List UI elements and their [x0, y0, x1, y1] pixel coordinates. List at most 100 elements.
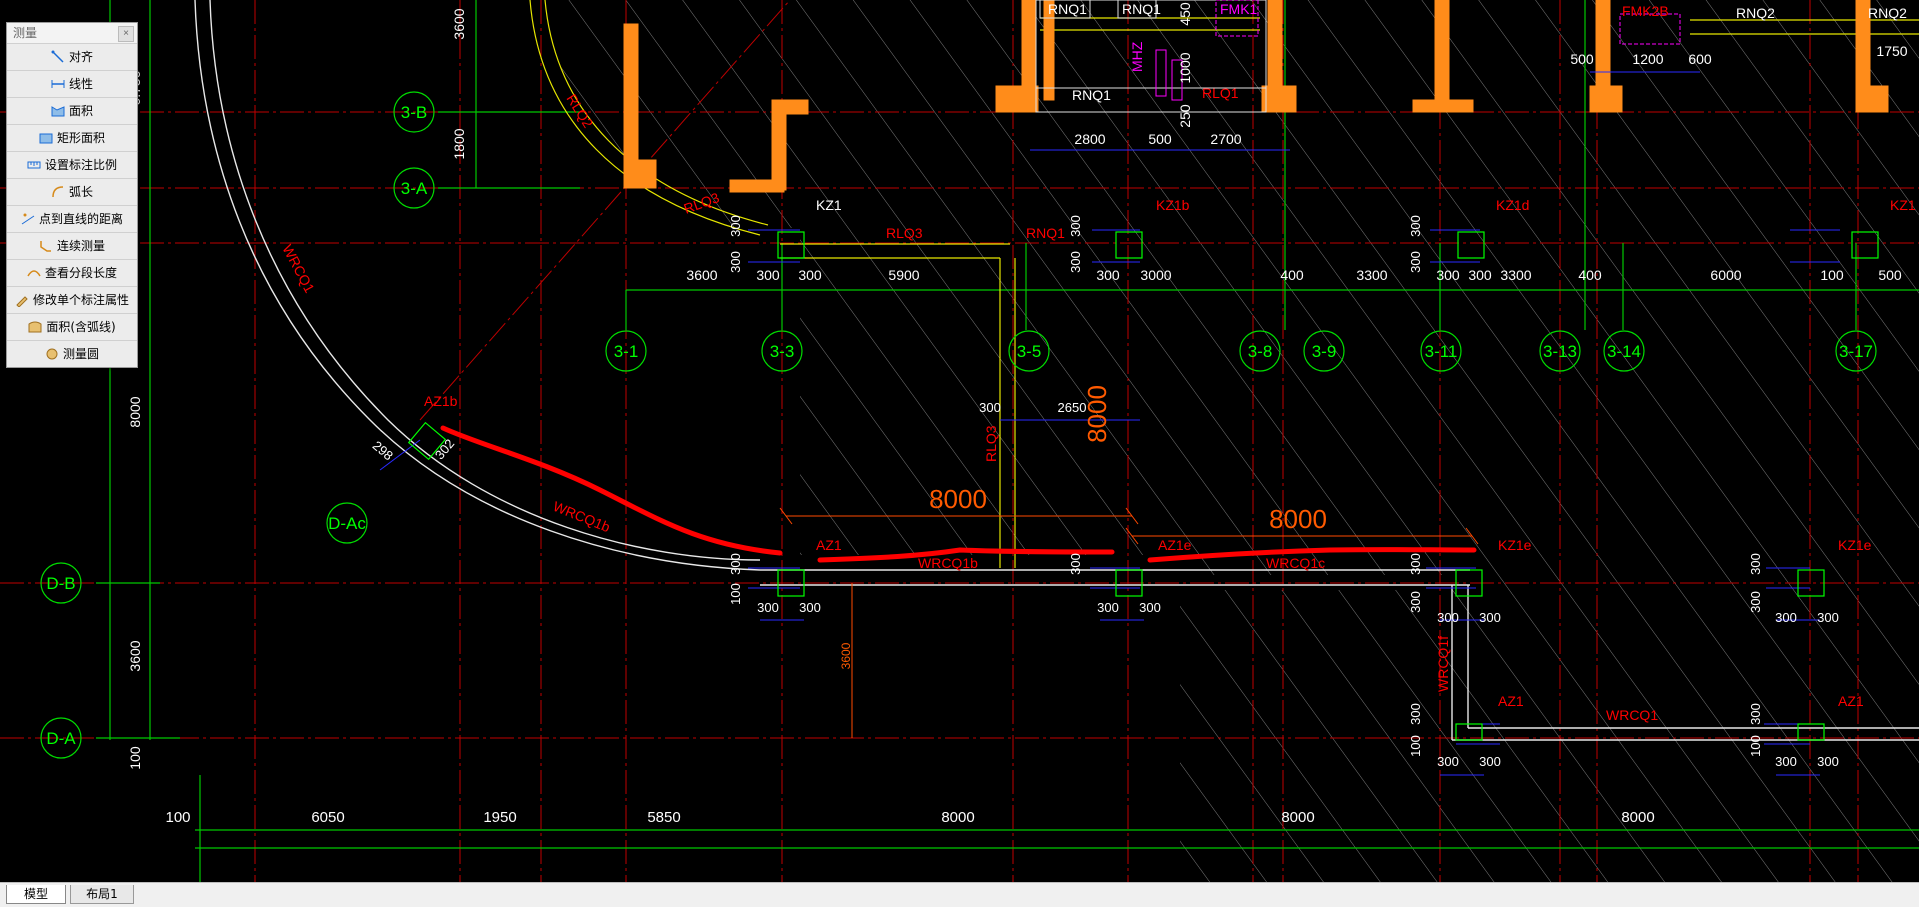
- svg-text:AZ1: AZ1: [816, 537, 842, 553]
- segment-label: 查看分段长度: [44, 266, 117, 280]
- svg-text:KZ1e: KZ1e: [1838, 537, 1872, 553]
- point-line-label: 点到直线的距离: [38, 212, 123, 226]
- area-button[interactable]: 面积: [7, 97, 137, 124]
- svg-text:3300: 3300: [1500, 267, 1531, 283]
- svg-text:FMK2B: FMK2B: [1622, 3, 1669, 19]
- svg-text:300: 300: [1408, 591, 1423, 613]
- svg-text:2800: 2800: [1074, 131, 1105, 147]
- svg-text:8000: 8000: [941, 809, 974, 826]
- edit-dim-label: 修改单个标注属性: [32, 293, 129, 307]
- point-line-icon: [21, 213, 35, 225]
- svg-text:5900: 5900: [888, 267, 919, 283]
- arc-length-button[interactable]: 弧长: [7, 178, 137, 205]
- linear-label: 线性: [68, 77, 93, 91]
- cad-drawing-area[interactable]: 3-B 3-A 3-1 3-3 3-5 3-8 3-9 3-11 3-13 3-…: [0, 0, 1919, 882]
- panel-title: 测量: [13, 26, 38, 40]
- svg-text:300: 300: [1408, 215, 1423, 237]
- scale-label: 设置标注比例: [44, 158, 117, 172]
- tab-layout1[interactable]: 布局1: [70, 885, 134, 904]
- arc-length-label: 弧长: [68, 185, 93, 199]
- svg-text:300: 300: [1775, 754, 1797, 769]
- svg-text:300: 300: [1437, 754, 1459, 769]
- continuous-icon: [40, 241, 51, 252]
- grid-label: D-A: [46, 729, 76, 748]
- svg-text:300: 300: [756, 267, 780, 283]
- svg-text:100: 100: [1820, 267, 1844, 283]
- linear-icon: [51, 80, 65, 88]
- svg-text:300: 300: [728, 553, 743, 575]
- svg-text:FMK1: FMK1: [1220, 1, 1258, 17]
- svg-text:KZ1: KZ1: [816, 197, 842, 213]
- svg-text:500: 500: [1570, 51, 1594, 67]
- scale-icon: [27, 161, 41, 169]
- svg-text:2700: 2700: [1210, 131, 1241, 147]
- svg-text:300: 300: [979, 400, 1001, 415]
- svg-text:8000: 8000: [929, 484, 987, 514]
- grid-label: 3-B: [401, 103, 427, 122]
- point-line-button[interactable]: 点到直线的距离: [7, 205, 137, 232]
- svg-text:WRCQ1: WRCQ1: [1606, 707, 1658, 723]
- align-button[interactable]: 对齐: [7, 43, 137, 70]
- svg-text:WRCQ1c: WRCQ1c: [1266, 555, 1325, 571]
- arc-length-icon: [52, 186, 64, 198]
- cad-canvas[interactable]: 3-B 3-A 3-1 3-3 3-5 3-8 3-9 3-11 3-13 3-…: [0, 0, 1919, 882]
- segment-icon: [27, 270, 41, 277]
- svg-text:KZ1d: KZ1d: [1496, 197, 1529, 213]
- svg-text:300: 300: [1068, 215, 1083, 237]
- svg-text:WRCQ1b: WRCQ1b: [918, 555, 978, 571]
- tab-model[interactable]: 模型: [6, 885, 66, 904]
- layout-tab-bar: 模型 布局1: [0, 882, 1919, 907]
- segment-button[interactable]: 查看分段长度: [7, 259, 137, 286]
- svg-text:8000: 8000: [1269, 504, 1327, 534]
- svg-text:1200: 1200: [1632, 51, 1663, 67]
- svg-text:300: 300: [1468, 267, 1492, 283]
- grid-label: 3-3: [770, 342, 795, 361]
- circle-icon: [46, 348, 58, 360]
- continuous-label: 连续测量: [56, 239, 105, 253]
- svg-text:100: 100: [165, 809, 190, 826]
- svg-text:3600: 3600: [839, 642, 853, 669]
- area-icon: [51, 106, 65, 117]
- grid-label: 3-13: [1543, 342, 1577, 361]
- svg-text:300: 300: [798, 267, 822, 283]
- rect-area-button[interactable]: 矩形面积: [7, 124, 137, 151]
- grid-label: 3-1: [614, 342, 639, 361]
- linear-button[interactable]: 线性: [7, 70, 137, 97]
- svg-text:3300: 3300: [1356, 267, 1387, 283]
- svg-text:300: 300: [1775, 610, 1797, 625]
- svg-text:KZ1: KZ1: [1890, 197, 1916, 213]
- edit-dim-button[interactable]: 修改单个标注属性: [7, 286, 137, 313]
- svg-text:3000: 3000: [1140, 267, 1171, 283]
- svg-text:8000: 8000: [127, 396, 143, 427]
- rect-area-label: 矩形面积: [56, 131, 105, 145]
- svg-text:450: 450: [1177, 2, 1193, 26]
- svg-text:AZ1e: AZ1e: [1158, 537, 1192, 553]
- edit-dim-icon: [16, 296, 28, 307]
- svg-text:1950: 1950: [483, 809, 516, 826]
- svg-text:300: 300: [1436, 267, 1460, 283]
- circle-button[interactable]: 测量圆: [7, 340, 137, 367]
- svg-text:RLQ3: RLQ3: [983, 425, 999, 462]
- svg-text:400: 400: [1280, 267, 1304, 283]
- grid-label: 3-14: [1607, 342, 1641, 361]
- align-icon: [51, 50, 64, 63]
- svg-text:300: 300: [1437, 610, 1459, 625]
- svg-text:AZ1: AZ1: [1838, 693, 1864, 709]
- svg-text:300: 300: [1817, 754, 1839, 769]
- circle-label: 测量圆: [62, 347, 99, 361]
- svg-text:6050: 6050: [311, 809, 344, 826]
- svg-text:1000: 1000: [1177, 52, 1193, 83]
- continuous-button[interactable]: 连续测量: [7, 232, 137, 259]
- close-icon[interactable]: ×: [118, 26, 134, 42]
- rect-area-icon: [39, 133, 53, 144]
- scale-button[interactable]: 设置标注比例: [7, 151, 137, 178]
- svg-text:RLQ1: RLQ1: [1202, 85, 1239, 101]
- svg-text:300: 300: [1748, 553, 1763, 575]
- measure-panel: 测量 × 对齐 线性 面积 矩形面积 设置标注比例 弧长 点到直线的距离 连续测…: [6, 22, 138, 368]
- grid-label: 3-8: [1248, 342, 1273, 361]
- svg-text:8000: 8000: [1621, 809, 1654, 826]
- svg-text:6000: 6000: [1710, 267, 1741, 283]
- arc-area-button[interactable]: 面积(含弧线): [7, 313, 137, 340]
- panel-title-bar[interactable]: 测量 ×: [7, 23, 137, 43]
- svg-text:RNQ1: RNQ1: [1122, 1, 1161, 17]
